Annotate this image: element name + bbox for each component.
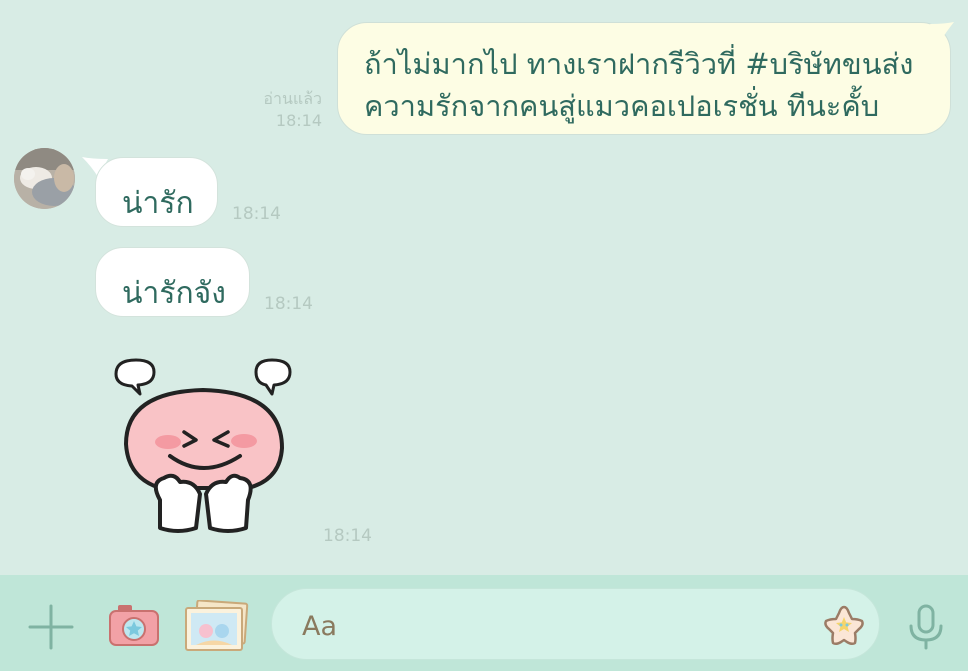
outgoing-message-bubble[interactable]: ถ้าไม่มากไป ทางเราฝากรีวิวที่ #บริษัทขนส… xyxy=(337,22,951,135)
message-text: น่ารัก xyxy=(122,186,194,221)
avatar-photo xyxy=(14,148,75,209)
read-receipt: อ่านแล้ว xyxy=(263,89,322,108)
microphone-icon[interactable] xyxy=(906,604,946,650)
pink-character-sticker[interactable] xyxy=(108,352,298,537)
message-time: 18:14 xyxy=(232,204,281,224)
contact-avatar[interactable] xyxy=(14,148,75,209)
message-text-line: ความรักจากคนสู่แมวคอเปอเรชั่น ทีนะคั้บ xyxy=(364,89,880,123)
photo-album-icon[interactable] xyxy=(182,600,250,652)
message-meta: อ่านแล้ว 18:14 xyxy=(230,88,322,132)
message-input-box[interactable] xyxy=(271,588,880,660)
incoming-message-bubble[interactable]: น่ารักจัง xyxy=(95,247,250,317)
message-text-line: ถ้าไม่มากไป ทางเราฝากรีวิวที่ #บริษัทขนส… xyxy=(364,47,914,81)
camera-icon[interactable] xyxy=(108,603,160,647)
incoming-message-bubble[interactable]: น่ารัก xyxy=(95,157,218,227)
message-input[interactable] xyxy=(300,607,784,645)
bubble-tail xyxy=(930,22,954,42)
plus-icon[interactable] xyxy=(28,604,74,650)
message-text: น่ารักจัง xyxy=(122,276,226,311)
chat-area: อ่านแล้ว 18:14 ถ้าไม่มากไป ทางเราฝากรีวิ… xyxy=(0,0,968,575)
message-time: 18:14 xyxy=(264,294,313,314)
star-emoji-icon[interactable] xyxy=(822,603,866,647)
message-time: 18:14 xyxy=(275,111,322,130)
message-time: 18:14 xyxy=(323,526,372,546)
